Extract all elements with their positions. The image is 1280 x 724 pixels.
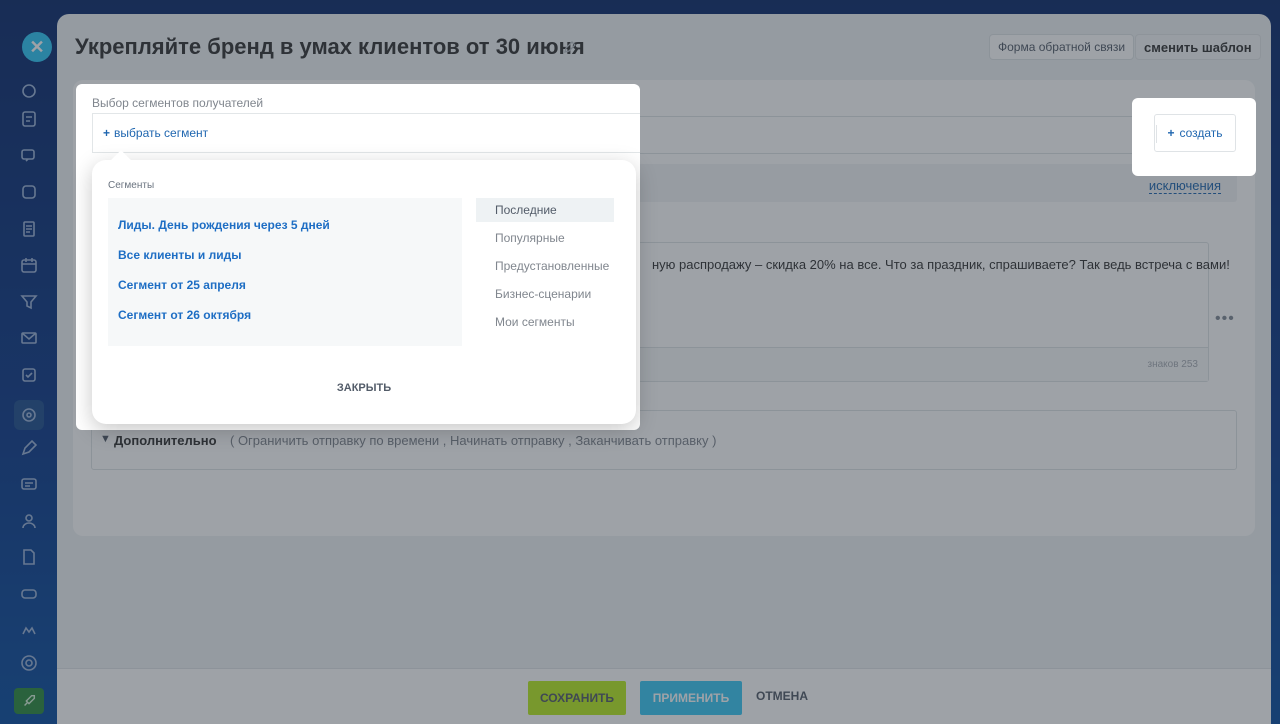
choose-segment-link[interactable]: + выбрать сегмент <box>103 126 208 140</box>
segment-list: Лиды. День рождения через 5 дней Все кли… <box>108 198 462 346</box>
segment-item[interactable]: Все клиенты и лиды <box>118 248 241 262</box>
create-segment-button[interactable]: + создать <box>1154 114 1236 152</box>
category-preset[interactable]: Предустановленные <box>476 254 614 278</box>
category-recent[interactable]: Последние <box>476 198 614 222</box>
segment-item[interactable]: Сегмент от 26 октября <box>118 308 251 322</box>
segments-popup: Сегменты Лиды. День рождения через 5 дне… <box>92 150 636 424</box>
plus-icon: + <box>1167 126 1175 140</box>
create-label: создать <box>1179 126 1223 140</box>
popup-title: Сегменты <box>108 180 155 191</box>
plus-icon: + <box>103 126 111 140</box>
segment-item[interactable]: Сегмент от 25 апреля <box>118 278 246 292</box>
segment-selector-label: Выбор сегментов получателей <box>92 96 264 110</box>
close-popup-button[interactable]: ЗАКРЫТЬ <box>92 382 636 394</box>
segment-item[interactable]: Лиды. День рождения через 5 дней <box>118 218 330 232</box>
category-popular[interactable]: Популярные <box>476 226 614 250</box>
segment-input[interactable]: + выбрать сегмент <box>92 113 640 153</box>
choose-segment-label: выбрать сегмент <box>114 126 209 140</box>
category-business-scenarios[interactable]: Бизнес-сценарии <box>476 282 614 306</box>
category-my-segments[interactable]: Мои сегменты <box>476 310 614 334</box>
create-segment-highlight: + создать <box>1132 98 1256 176</box>
